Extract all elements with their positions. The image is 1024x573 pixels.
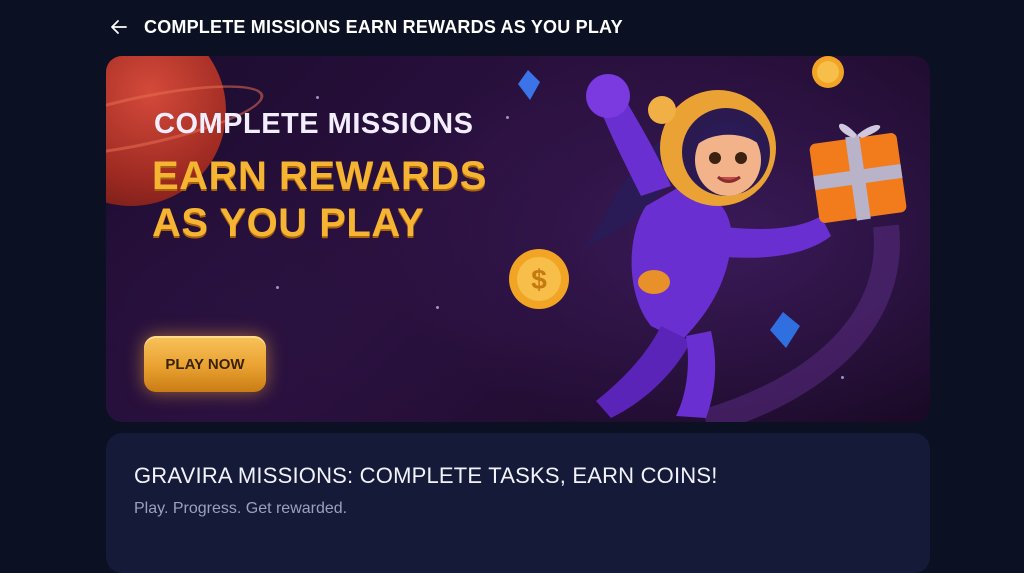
banner-headline-3: AS YOU PLAY xyxy=(152,201,425,245)
info-subtitle: Play. Progress. Get rewarded. xyxy=(134,500,348,517)
play-now-button[interactable]: PLAY NOW xyxy=(144,336,266,392)
svg-text:$: $ xyxy=(531,264,547,295)
back-button[interactable] xyxy=(108,16,130,38)
info-title: GRAVIRA MISSIONS: COMPLETE TASKS, EARN C… xyxy=(134,463,718,488)
promo-banner: $ COMPLETE MISSIONS EARN REWARDS AS YOU … xyxy=(106,56,930,422)
page-header: COMPLETE MISSIONS EARN REWARDS AS YOU PL… xyxy=(108,14,623,40)
banner-headline-1: COMPLETE MISSIONS xyxy=(154,108,474,140)
info-card: GRAVIRA MISSIONS: COMPLETE TASKS, EARN C… xyxy=(106,433,930,573)
arrow-left-icon xyxy=(111,20,127,34)
banner-headline-2: EARN REWARDS xyxy=(152,154,487,198)
page-title: COMPLETE MISSIONS EARN REWARDS AS YOU PL… xyxy=(144,16,623,37)
